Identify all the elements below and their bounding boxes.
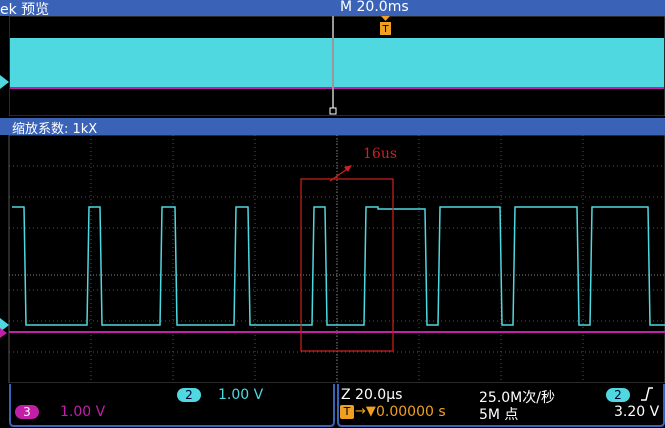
main-timebase-readout[interactable]: M 20.0ms [340, 0, 409, 15]
trigger-position-readout[interactable]: 0.00000 s [376, 404, 446, 420]
zoom-waveform-window[interactable] [0, 135, 665, 383]
trigger-position-arrow-icon: →▼ [355, 404, 376, 419]
overview-ch2-trace [10, 38, 664, 88]
annotation-label: 16us [363, 146, 398, 162]
zoom-bar [0, 118, 665, 135]
zoom-timebase-readout[interactable]: Z 20.0µs [341, 387, 402, 403]
trigger-position-icon: T [340, 405, 354, 419]
svg-text:T: T [381, 24, 389, 35]
top-bar [0, 0, 665, 16]
trigger-position-marker-icon[interactable]: T [380, 16, 391, 38]
ch3-indicator[interactable]: 3 [15, 405, 39, 419]
ch2-scale-readout[interactable]: 1.00 V [218, 387, 263, 403]
overview-waveform-window[interactable] [9, 16, 665, 116]
ch3-scale-readout[interactable]: 1.00 V [60, 404, 105, 420]
record-length-readout[interactable]: 5M 点 [479, 404, 518, 424]
rising-edge-icon[interactable] [640, 386, 654, 402]
trigger-source-indicator[interactable]: 2 [606, 388, 630, 402]
ch2-indicator[interactable]: 2 [177, 388, 201, 402]
overview-ch2-ground-marker-icon[interactable] [0, 75, 9, 89]
zoom-ch3-ground-marker-icon [0, 328, 7, 338]
trigger-level-readout[interactable]: 3.20 V [614, 404, 659, 420]
